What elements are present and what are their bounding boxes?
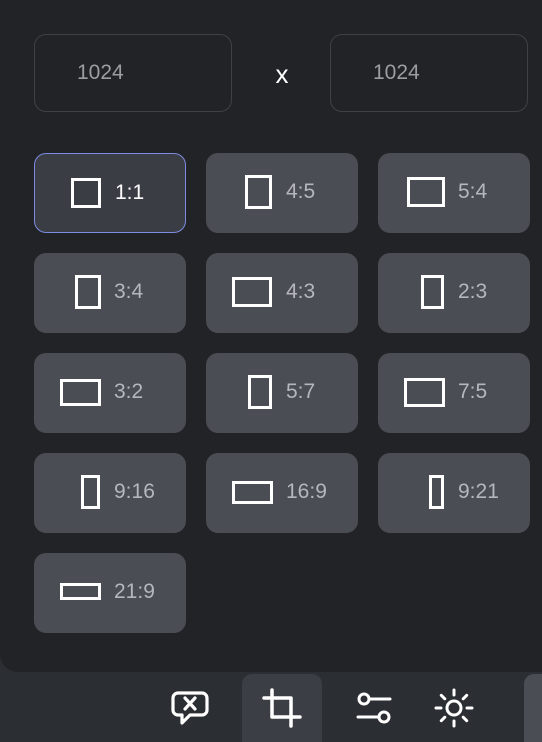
aspect-ratio-button-9-16[interactable]: 9:16 [34, 453, 186, 533]
aspect-ratio-label: 9:16 [114, 480, 155, 503]
aspect-ratio-label: 5:7 [286, 380, 316, 403]
aspect-ratio-button-3-2[interactable]: 3:2 [34, 353, 186, 433]
chat-close-button[interactable] [150, 674, 230, 742]
aspect-ratio-grid: 1:1 4:5 5:4 3:4 4:3 2:3 3:2 5:7 7:5 9:16 16:9 9:21 2… [34, 153, 530, 633]
aspect-ratio-label: 9:21 [458, 480, 499, 503]
aspect-ratio-label: 5:4 [458, 180, 488, 203]
bottom-toolbar [0, 672, 542, 742]
aspect-ratio-button-7-5[interactable]: 7:5 [378, 353, 530, 433]
ratio-preview-icon [429, 475, 444, 509]
aspect-ratio-button-21-9[interactable]: 21:9 [34, 553, 186, 633]
aspect-ratio-label: 7:5 [458, 380, 488, 403]
ratio-preview-icon [232, 277, 272, 307]
brightness-button[interactable] [414, 674, 494, 742]
aspect-ratio-label: 3:4 [114, 280, 144, 303]
crop-button[interactable] [242, 674, 322, 742]
ratio-preview-icon [407, 177, 445, 207]
ratio-preview-icon [421, 275, 444, 309]
height-input[interactable] [330, 34, 528, 112]
aspect-ratio-button-4-3[interactable]: 4:3 [206, 253, 358, 333]
aspect-ratio-button-5-7[interactable]: 5:7 [206, 353, 358, 433]
brightness-icon [434, 688, 474, 728]
aspect-ratio-button-4-5[interactable]: 4:5 [206, 153, 358, 233]
aspect-ratio-button-2-3[interactable]: 2:3 [378, 253, 530, 333]
aspect-ratio-button-3-4[interactable]: 3:4 [34, 253, 186, 333]
ratio-preview-icon [248, 375, 272, 409]
ratio-preview-icon [245, 175, 272, 209]
aspect-ratio-label: 16:9 [286, 480, 327, 503]
aspect-ratio-label: 1:1 [115, 181, 145, 204]
crop-icon [262, 688, 302, 728]
aspect-ratio-button-16-9[interactable]: 16:9 [206, 453, 358, 533]
ratio-preview-icon [75, 275, 101, 309]
panel-edge-tab[interactable] [524, 674, 542, 742]
ratio-preview-icon [71, 178, 101, 208]
sliders-icon [356, 692, 392, 724]
aspect-ratio-button-1-1[interactable]: 1:1 [34, 153, 186, 233]
dimension-separator: x [275, 59, 289, 89]
ratio-preview-icon [81, 475, 100, 509]
aspect-ratio-button-5-4[interactable]: 5:4 [378, 153, 530, 233]
width-input[interactable] [34, 34, 232, 112]
aspect-ratio-label: 2:3 [458, 280, 488, 303]
aspect-ratio-label: 3:2 [114, 380, 144, 403]
aspect-ratio-button-9-21[interactable]: 9:21 [378, 453, 530, 533]
aspect-ratio-label: 21:9 [114, 580, 155, 603]
ratio-preview-icon [60, 583, 101, 600]
ratio-preview-icon [60, 379, 101, 406]
crop-settings-panel: x 1:1 4:5 5:4 3:4 4:3 2:3 3:2 5:7 7:5 9:16 16:9 9:2… [0, 0, 542, 672]
chat-close-icon [171, 691, 209, 725]
aspect-ratio-label: 4:5 [286, 180, 316, 203]
ratio-preview-icon [404, 378, 445, 407]
aspect-ratio-label: 4:3 [286, 280, 316, 303]
adjustments-button[interactable] [334, 674, 414, 742]
ratio-preview-icon [232, 481, 273, 504]
